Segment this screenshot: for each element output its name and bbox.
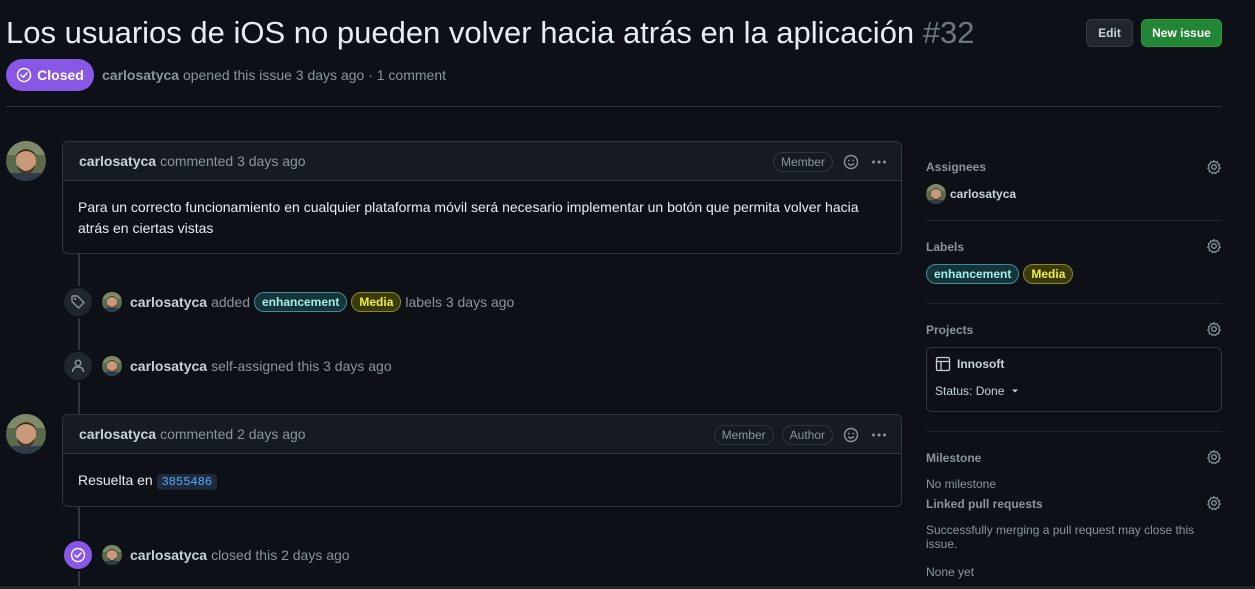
project-name: Innosoft: [957, 357, 1005, 371]
comment-author[interactable]: carlosatyca: [79, 426, 156, 442]
sidebar-projects: Projects Innosoft Status: Done: [926, 304, 1222, 432]
sidebar-assignees: Assignees carlosatyca: [926, 140, 1222, 221]
label-enhancement[interactable]: enhancement: [926, 264, 1020, 284]
label-enhancement[interactable]: enhancement: [254, 292, 348, 312]
gear-icon[interactable]: [1206, 159, 1222, 175]
timeline-event-assigned: carlosatyca self-assigned this 3 days ag…: [62, 350, 392, 382]
issue-meta-detail: opened this issue 3 days ago · 1 comment: [182, 67, 446, 83]
smiley-icon[interactable]: [841, 152, 861, 172]
linked-prs-description: Successfully merging a pull request may …: [926, 523, 1195, 551]
comment-box: carlosatyca commented 3 days ago Member …: [62, 141, 902, 254]
header-divider: [6, 106, 1222, 107]
project-link[interactable]: Innosoft: [935, 356, 1213, 372]
linked-prs-value: None yet: [926, 565, 975, 579]
comment-header: carlosatyca commented 3 days ago Member: [63, 142, 901, 181]
label-list: enhancement Media: [926, 264, 1222, 284]
check-circle-icon: [62, 539, 94, 571]
issue-author-link[interactable]: carlosatyca: [102, 67, 179, 83]
comment-box: carlosatyca commented 2 days ago Member …: [62, 414, 902, 507]
table-icon: [935, 356, 951, 372]
sidebar-labels: Labels enhancement Media: [926, 221, 1222, 304]
event-text: self-assigned this 3 days ago: [211, 358, 392, 374]
avatar[interactable]: [102, 545, 122, 565]
gear-icon[interactable]: [1206, 321, 1222, 337]
sidebar-section-title: Milestone: [926, 451, 982, 465]
edit-button[interactable]: Edit: [1086, 19, 1133, 47]
check-circle-icon: [16, 67, 32, 83]
role-badge: Member: [713, 424, 774, 445]
commit-link[interactable]: 3855486: [156, 474, 218, 490]
project-status-label: Status: Done: [935, 384, 1005, 398]
assignee-name: carlosatyca: [950, 187, 1017, 201]
avatar: [926, 184, 946, 204]
gear-icon[interactable]: [1206, 449, 1222, 465]
issue-header: Los usuarios de iOS no pueden volver hac…: [6, 14, 1222, 54]
avatar[interactable]: [102, 292, 122, 312]
comment-timestamp[interactable]: commented 3 days ago: [160, 153, 306, 169]
event-actor[interactable]: carlosatyca: [130, 547, 207, 563]
issue-number: #32: [922, 15, 975, 50]
role-badge: Member: [772, 151, 833, 172]
label-media[interactable]: Media: [1023, 264, 1074, 284]
timeline-line: [78, 254, 80, 414]
tag-icon: [62, 286, 94, 318]
avatar[interactable]: [6, 414, 46, 454]
comment-timestamp[interactable]: commented 2 days ago: [160, 426, 306, 442]
event-verb: added: [211, 294, 250, 310]
issue-title-text: Los usuarios de iOS no pueden volver hac…: [6, 15, 915, 50]
comment-body: Resuelta en 3855486: [63, 454, 901, 509]
sidebar-section-title: Projects: [926, 323, 974, 337]
state-badge: Closed: [6, 59, 94, 91]
gear-icon[interactable]: [1206, 495, 1222, 511]
comment-body: Para un correcto funcionamiento en cualq…: [78, 199, 859, 236]
state-label: Closed: [37, 67, 84, 83]
comment-header: carlosatyca commented 2 days ago Member …: [63, 415, 901, 454]
project-card: Innosoft Status: Done: [926, 347, 1222, 412]
comment-body-text: Resuelta en: [78, 472, 153, 488]
sidebar-milestone: Milestone No milestone: [926, 432, 1222, 491]
assignee-user[interactable]: carlosatyca: [926, 184, 1222, 204]
timeline-event-closed: carlosatyca closed this 2 days ago: [62, 539, 350, 571]
sidebar-section-title: Labels: [926, 240, 965, 254]
smiley-icon[interactable]: [841, 425, 861, 445]
event-text: closed this 2 days ago: [211, 547, 350, 563]
sidebar-linked-prs: Linked pull requests Successfully mergin…: [926, 484, 1222, 579]
kebab-menu-icon[interactable]: [869, 425, 889, 445]
label-media[interactable]: Media: [351, 292, 402, 312]
gear-icon[interactable]: [1206, 238, 1222, 254]
comment-author[interactable]: carlosatyca: [79, 153, 156, 169]
issue-meta: Closed carlosatyca opened this issue 3 d…: [6, 59, 446, 91]
sidebar-section-title: Assignees: [926, 160, 987, 174]
issue-title: Los usuarios de iOS no pueden volver hac…: [6, 14, 1222, 52]
avatar[interactable]: [102, 356, 122, 376]
kebab-menu-icon[interactable]: [869, 152, 889, 172]
event-suffix: labels 3 days ago: [405, 294, 515, 310]
event-actor[interactable]: carlosatyca: [130, 358, 207, 374]
new-issue-button[interactable]: New issue: [1141, 19, 1222, 47]
role-badge: Author: [781, 424, 833, 445]
project-status-dropdown[interactable]: Status: Done: [935, 384, 1213, 398]
triangle-down-icon: [1012, 389, 1019, 393]
timeline-event-labeled: carlosatyca added enhancement Media labe…: [62, 286, 514, 318]
avatar[interactable]: [6, 141, 46, 181]
sidebar-section-title: Linked pull requests: [926, 497, 1043, 511]
issue-meta-text: carlosatyca opened this issue 3 days ago…: [102, 67, 446, 83]
issue-sidebar: Assignees carlosatyca Labels enhancement…: [926, 140, 1222, 579]
person-icon: [62, 350, 94, 382]
event-actor[interactable]: carlosatyca: [130, 294, 207, 310]
